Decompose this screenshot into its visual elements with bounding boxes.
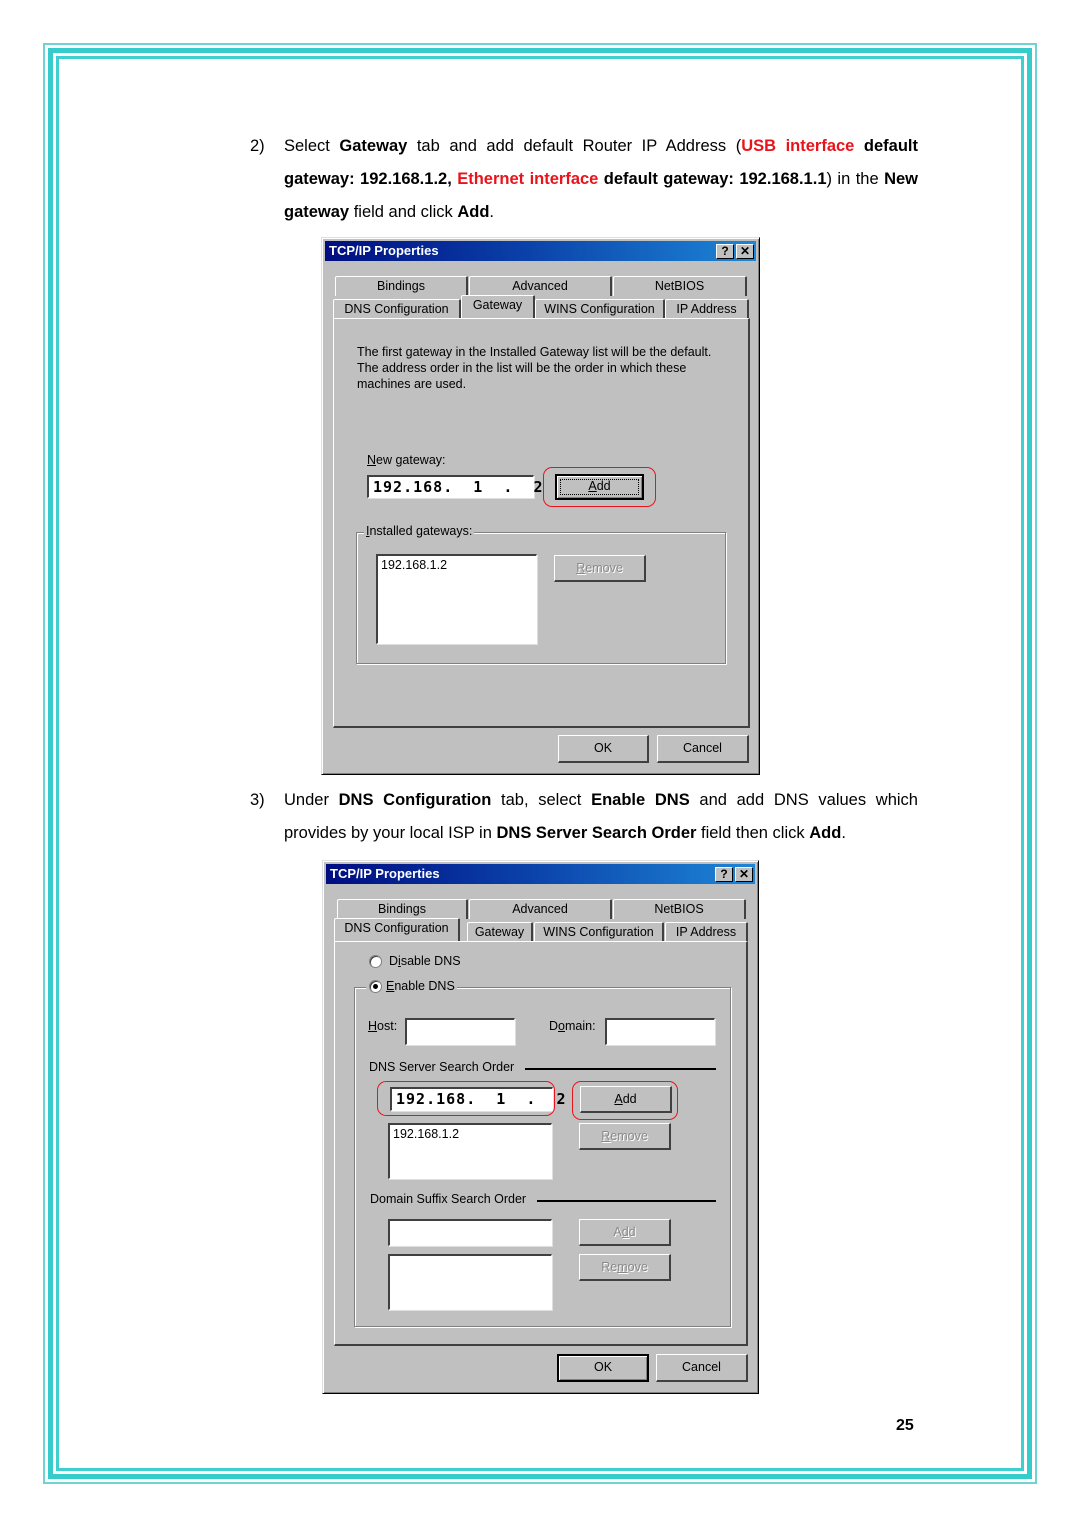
domain-suffix-list[interactable] — [388, 1254, 552, 1310]
close-icon: ✕ — [739, 244, 751, 258]
step-2-text: Select Gateway tab and add default Route… — [284, 130, 918, 229]
ok-button[interactable]: OK — [557, 1354, 649, 1382]
domain-suffix-search-order-label: Domain Suffix Search Order — [370, 1192, 527, 1206]
tab-panel: The first gateway in the Installed Gatew… — [333, 318, 750, 728]
tab-netbios[interactable]: NetBIOS — [613, 276, 747, 296]
description-line: The address order in the list will be th… — [357, 361, 687, 375]
help-icon: ? — [721, 244, 729, 258]
dialog-title: TCP/IP Properties — [329, 243, 439, 258]
tcpip-dialog-gateway: TCP/IP Properties ? ✕ Bindings Advanced … — [321, 237, 760, 775]
title-bar: TCP/IP Properties ? ✕ — [326, 864, 755, 884]
highlight-dns-input — [377, 1081, 555, 1116]
close-button[interactable]: ✕ — [736, 244, 754, 259]
domain-input[interactable] — [605, 1018, 715, 1045]
disable-dns-radio[interactable] — [369, 955, 382, 968]
tab-advanced[interactable]: Advanced — [469, 899, 612, 919]
title-bar: TCP/IP Properties ? ✕ — [325, 241, 756, 261]
tab-gateway[interactable]: Gateway — [467, 922, 533, 942]
enable-dns-radio[interactable] — [369, 980, 382, 993]
text-run: DNS Configuration — [338, 791, 492, 809]
dns-server-list[interactable]: 192.168.1.2 — [388, 1123, 552, 1179]
close-button[interactable]: ✕ — [735, 867, 753, 882]
gateway-description: The first gateway in the Installed Gatew… — [357, 344, 711, 392]
tab-netbios[interactable]: NetBIOS — [613, 899, 746, 919]
close-icon: ✕ — [738, 867, 750, 881]
text-run: field then click — [696, 824, 810, 842]
text-run: USB interface — [741, 137, 855, 155]
new-gateway-label: New gateway: — [367, 453, 446, 467]
description-line: The first gateway in the Installed Gatew… — [357, 345, 712, 359]
text-run: Add — [457, 203, 490, 221]
highlight-add-button — [543, 467, 656, 507]
cancel-button[interactable]: Cancel — [657, 735, 749, 763]
step-3-text: Under DNS Configuration tab, select Enab… — [284, 784, 918, 850]
dialog-title: TCP/IP Properties — [330, 866, 440, 881]
text-run: Gateway — [339, 137, 408, 155]
text-run: DNS Server Search Order — [496, 824, 697, 842]
text-run: ) in the — [826, 170, 885, 188]
tab-ip-address[interactable]: IP Address — [665, 922, 748, 942]
tab-panel: Disable DNS Enable DNS Host: Domain: DNS… — [334, 941, 748, 1346]
add-suffix-button[interactable]: Add — [579, 1219, 671, 1246]
text-run: . — [489, 203, 495, 221]
add-label: Add — [613, 1225, 636, 1239]
step-number: 2) — [250, 137, 265, 155]
list-item[interactable]: 192.168.1.2 — [381, 558, 533, 572]
tab-wins-configuration[interactable]: WINS Configuration — [534, 922, 664, 942]
tab-advanced[interactable]: Advanced — [469, 276, 612, 296]
ok-button[interactable]: OK — [558, 735, 649, 763]
dns-server-search-order-label: DNS Server Search Order — [369, 1060, 515, 1074]
text-run: tab, select — [491, 791, 592, 809]
tab-wins-configuration[interactable]: WINS Configuration — [535, 299, 665, 319]
host-label: Host: — [368, 1019, 398, 1033]
page-number: 25 — [896, 1417, 914, 1434]
step-2: 2) Select Gateway tab and add default Ro… — [250, 130, 918, 229]
new-gateway-input[interactable]: 192.168. 1 . 2 — [367, 475, 543, 498]
text-run: . — [841, 824, 846, 842]
domain-label: Domain: — [549, 1019, 596, 1033]
text-run: Add — [809, 824, 842, 842]
help-icon: ? — [720, 867, 728, 881]
highlight-add-button — [572, 1081, 678, 1120]
remove-label: Remove — [601, 1260, 648, 1274]
help-button[interactable]: ? — [716, 244, 734, 259]
remove-gateway-button[interactable]: Remove — [554, 555, 646, 582]
help-button[interactable]: ? — [715, 867, 733, 882]
text-run: tab and add default Router IP Address ( — [407, 137, 742, 155]
description-line: machines are used. — [357, 377, 467, 391]
remove-dns-button[interactable]: Remove — [579, 1123, 671, 1150]
tab-dns-configuration[interactable]: DNS Configuration — [334, 918, 460, 941]
installed-gateways-label: Installed gateways: — [364, 524, 475, 538]
tab-bindings[interactable]: Bindings — [337, 899, 468, 919]
domain-suffix-input[interactable] — [388, 1219, 552, 1246]
separator-line — [525, 1068, 716, 1070]
remove-label: Remove — [601, 1129, 648, 1143]
list-item[interactable]: 192.168.1.2 — [393, 1127, 548, 1141]
remove-label: Remove — [576, 561, 623, 575]
disable-dns-label[interactable]: Disable DNS — [389, 954, 461, 968]
text-run: Select — [284, 137, 340, 155]
tcpip-dialog-dns: TCP/IP Properties ? ✕ Bindings Advanced … — [322, 860, 759, 1394]
tab-bindings[interactable]: Bindings — [335, 276, 468, 296]
tab-ip-address[interactable]: IP Address — [665, 299, 749, 319]
step-number: 3) — [250, 791, 265, 809]
host-input[interactable] — [405, 1018, 515, 1045]
cancel-button[interactable]: Cancel — [656, 1354, 748, 1382]
remove-suffix-button[interactable]: Remove — [579, 1254, 671, 1281]
text-run: Under — [284, 791, 339, 809]
text-run: default gateway: 192.168.1.1 — [598, 170, 827, 188]
text-run: Enable DNS — [591, 791, 690, 809]
tab-dns-configuration[interactable]: DNS Configuration — [333, 299, 461, 319]
text-run: Ethernet interface — [457, 170, 599, 188]
step-3: 3) Under DNS Configuration tab, select E… — [250, 784, 918, 850]
text-run: field and click — [349, 203, 458, 221]
separator-line — [537, 1200, 716, 1202]
installed-gateways-list[interactable]: 192.168.1.2 — [376, 554, 537, 644]
tab-gateway[interactable]: Gateway — [461, 295, 535, 318]
